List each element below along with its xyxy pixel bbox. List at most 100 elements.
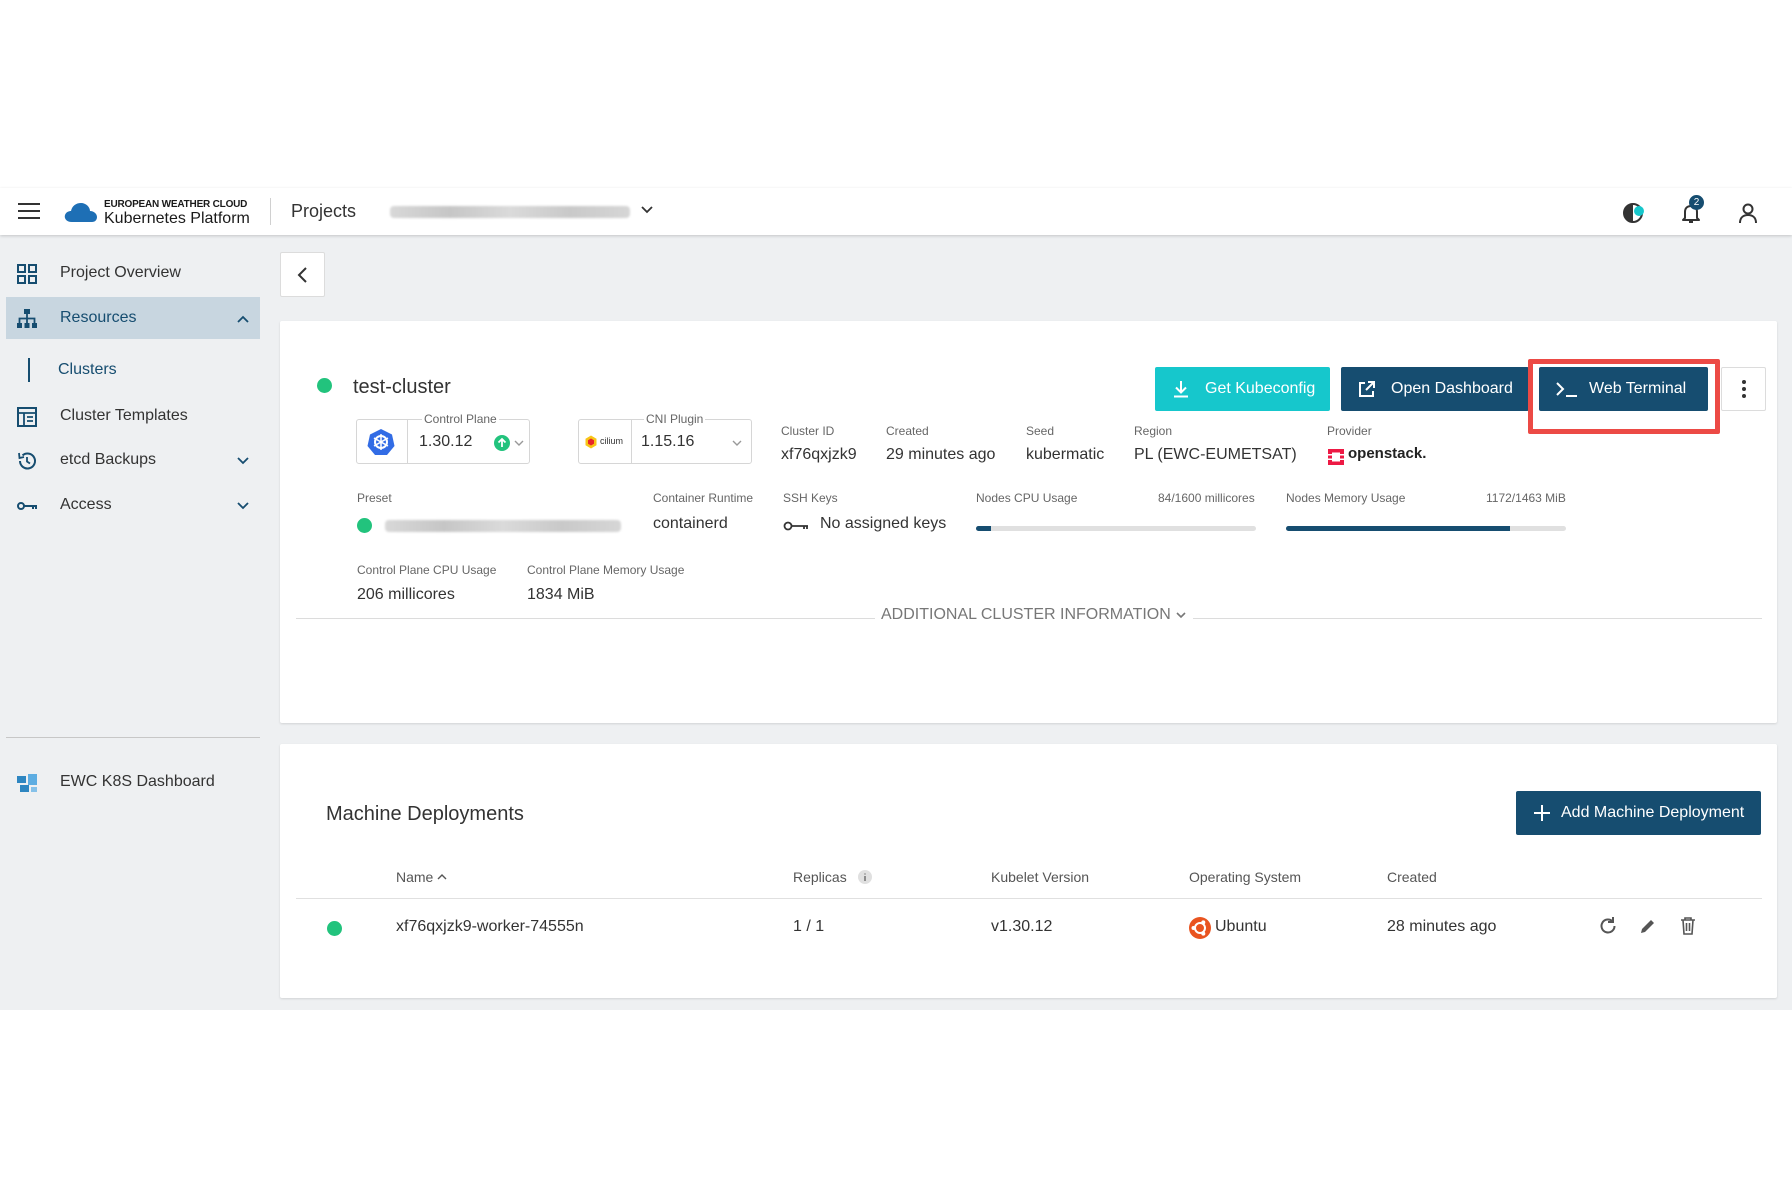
project-name-redacted <box>390 206 630 218</box>
download-icon <box>1174 381 1188 398</box>
preset-status-indicator <box>357 518 372 533</box>
machine-deployment-kubelet-version: v1.30.12 <box>991 918 1053 935</box>
created-label: Created <box>886 424 929 438</box>
active-indicator <box>28 358 30 382</box>
cni-plugin-version-select[interactable]: CNI Plugin cilium 1.15.16 <box>578 412 752 464</box>
column-header-label: Name <box>396 869 434 885</box>
select-divider <box>631 420 632 463</box>
cluster-name: test-cluster <box>353 376 451 398</box>
control-plane-version-select[interactable]: Control Plane 1.30.12 <box>356 412 530 464</box>
ubuntu-logo-icon <box>1189 917 1211 939</box>
column-header-name[interactable]: Name <box>396 869 447 885</box>
nodes-cpu-label: Nodes CPU Usage <box>976 491 1078 505</box>
control-plane-version: 1.30.12 <box>419 433 473 450</box>
sort-ascending-icon <box>437 874 447 880</box>
column-header-operating-system: Operating System <box>1189 869 1302 885</box>
get-kubeconfig-button[interactable]: Get Kubeconfig <box>1155 367 1330 411</box>
sidebar-item-etcd-backups[interactable]: etcd Backups <box>6 439 260 481</box>
nodes-memory-value: 1172/1463 MiB <box>1486 491 1566 505</box>
logo-org-name: EUROPEAN WEATHER CLOUD <box>104 199 248 210</box>
theme-toggle-icon[interactable] <box>1622 201 1646 225</box>
key-icon <box>783 521 808 531</box>
sidebar-item-label: Project Overview <box>60 264 181 281</box>
info-icon[interactable] <box>857 869 873 885</box>
sidebar-item-clusters[interactable]: Clusters <box>28 358 228 382</box>
button-label: Web Terminal <box>1589 380 1687 397</box>
chevron-down-icon <box>514 440 524 446</box>
grid-icon <box>17 264 37 284</box>
cloud-logo-icon <box>64 203 97 222</box>
seed-label: Seed <box>1026 424 1055 438</box>
additional-cluster-information-toggle[interactable]: ADDITIONAL CLUSTER INFORMATION <box>875 606 1194 624</box>
logo[interactable]: EUROPEAN WEATHER CLOUD Kubernetes Platfo… <box>64 195 254 229</box>
cni-plugin-version: 1.15.16 <box>641 433 695 450</box>
sidebar-item-label: Clusters <box>58 361 117 378</box>
add-machine-deployment-button[interactable]: Add Machine Deployment <box>1516 791 1761 835</box>
machine-deployment-status-indicator <box>327 921 342 936</box>
upgrade-available-icon[interactable] <box>494 435 510 451</box>
menu-icon[interactable] <box>18 203 40 219</box>
more-options-button[interactable] <box>1721 367 1766 411</box>
cilium-logo-icon <box>585 435 597 449</box>
sidebar-item-cluster-templates[interactable]: Cluster Templates <box>6 395 260 437</box>
column-header-replicas: Replicas <box>793 869 873 885</box>
control-plane-label: Control Plane <box>422 412 499 426</box>
preset-label: Preset <box>357 491 392 505</box>
cluster-details-card: test-cluster Get Kubeconfig Open Dashboa… <box>280 321 1777 723</box>
more-vert-icon <box>1722 368 1765 398</box>
back-button[interactable] <box>280 252 325 297</box>
nodes-cpu-progress-bar <box>976 526 1256 531</box>
sidebar-item-label: Cluster Templates <box>60 407 188 424</box>
provider-value: openstack. <box>1348 445 1427 462</box>
region-label: Region <box>1134 424 1173 438</box>
control-plane-cpu-value: 206 millicores <box>357 586 455 603</box>
sidebar-item-label: EWC K8S Dashboard <box>60 773 215 790</box>
chevron-down-icon <box>641 206 653 214</box>
sidebar-item-resources[interactable]: Resources <box>6 297 260 339</box>
sidebar-item-label: Resources <box>60 309 137 326</box>
user-account-icon[interactable] <box>1736 201 1760 225</box>
chevron-down-icon <box>237 457 249 465</box>
control-plane-cpu-label: Control Plane CPU Usage <box>357 563 497 577</box>
web-terminal-button[interactable]: Web Terminal <box>1539 367 1708 411</box>
button-label: Add Machine Deployment <box>1561 804 1745 821</box>
sidebar: Project Overview Resources Clusters Clus… <box>0 235 264 1010</box>
edit-pencil-icon[interactable] <box>1637 915 1659 937</box>
history-icon <box>18 452 36 470</box>
preset-name-redacted <box>385 520 621 532</box>
column-header-created: Created <box>1387 869 1437 885</box>
control-plane-memory-value: 1834 MiB <box>527 586 595 603</box>
ssh-keys-label: SSH Keys <box>783 491 838 505</box>
delete-trash-icon[interactable] <box>1677 915 1699 937</box>
restart-icon[interactable] <box>1597 915 1619 937</box>
project-selector[interactable] <box>390 199 660 223</box>
nodes-memory-progress-fill <box>1286 526 1511 531</box>
sidebar-item-ewc-k8s-dashboard[interactable]: EWC K8S Dashboard <box>6 761 260 803</box>
nodes-cpu-progress-fill <box>976 526 991 531</box>
chevron-down-icon <box>1176 612 1186 618</box>
template-icon <box>17 407 37 427</box>
sidebar-item-access[interactable]: Access <box>6 484 260 526</box>
chevron-left-icon <box>297 267 307 283</box>
app-window: EUROPEAN WEATHER CLOUD Kubernetes Platfo… <box>0 188 1792 1010</box>
cluster-id-label: Cluster ID <box>781 424 835 438</box>
control-plane-memory-label: Control Plane Memory Usage <box>527 563 685 577</box>
button-label: Get Kubeconfig <box>1205 380 1316 397</box>
container-runtime-label: Container Runtime <box>653 491 754 505</box>
open-dashboard-button[interactable]: Open Dashboard <box>1341 367 1529 411</box>
container-runtime-value: containerd <box>653 515 728 532</box>
cluster-status-indicator <box>317 378 332 393</box>
notifications-bell-icon[interactable]: 2 <box>1679 195 1704 225</box>
column-header-kubelet-version: Kubelet Version <box>991 869 1090 885</box>
projects-link[interactable]: Projects <box>291 201 356 222</box>
machine-deployment-created: 28 minutes ago <box>1387 918 1497 935</box>
plus-icon <box>1534 805 1550 821</box>
button-label: Open Dashboard <box>1391 380 1513 397</box>
sitemap-icon <box>17 309 37 328</box>
terminal-icon <box>1556 382 1577 397</box>
sidebar-item-project-overview[interactable]: Project Overview <box>6 252 260 294</box>
cni-plugin-label: CNI Plugin <box>644 412 706 426</box>
notification-count-badge: 2 <box>1689 195 1704 210</box>
chevron-down-icon <box>732 440 742 446</box>
dashboard-icon <box>17 774 37 792</box>
